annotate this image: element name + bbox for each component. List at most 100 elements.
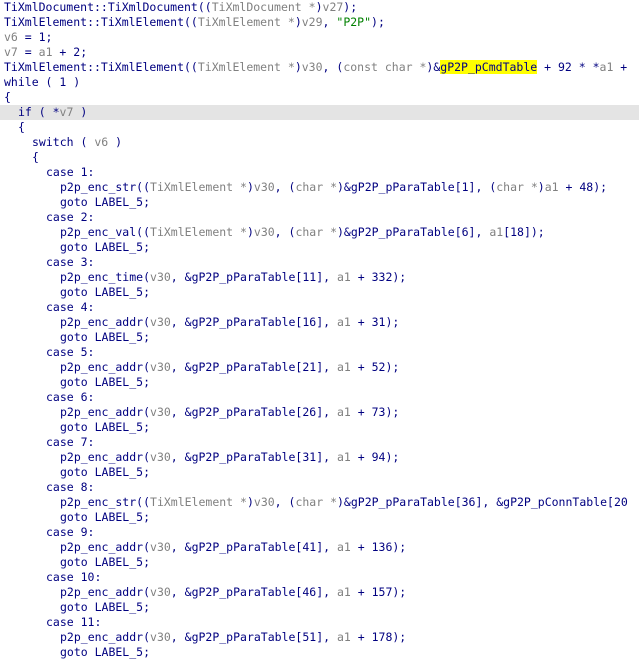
code-token[interactable]: + 178);	[351, 630, 406, 644]
code-token[interactable]: p2p_enc_addr(	[60, 405, 150, 419]
code-line[interactable]: goto LABEL_5;	[0, 600, 639, 615]
code-token[interactable]: )	[247, 180, 254, 194]
code-token[interactable]: , &gP2P_pParaTable[41],	[171, 540, 337, 554]
code-line[interactable]: goto LABEL_5;	[0, 510, 639, 525]
code-line[interactable]: case 8:	[0, 480, 639, 495]
code-line[interactable]: while ( 1 )	[0, 75, 639, 90]
code-token[interactable]: )&gP2P_pParaTable[1], (	[337, 180, 496, 194]
code-line[interactable]: case 7:	[0, 435, 639, 450]
code-token[interactable]: + 73);	[351, 405, 400, 419]
code-token[interactable]: )	[538, 180, 545, 194]
code-line[interactable]: goto LABEL_5;	[0, 645, 639, 660]
code-token[interactable]: case 8:	[46, 480, 94, 494]
code-token[interactable]: , &gP2P_pParaTable[11],	[171, 270, 337, 284]
code-line[interactable]: p2p_enc_addr(v30, &gP2P_pParaTable[46], …	[0, 585, 639, 600]
code-token[interactable]: p2p_enc_addr(	[60, 450, 150, 464]
code-token[interactable]: )	[73, 105, 87, 119]
code-token[interactable]: , &gP2P_pParaTable[51],	[171, 630, 337, 644]
code-token[interactable]: case 10:	[46, 570, 101, 584]
variable-token[interactable]: v30	[254, 495, 275, 509]
code-token[interactable]: )	[316, 0, 323, 14]
code-token[interactable]: +	[613, 60, 627, 74]
code-token[interactable]: case 11:	[46, 615, 101, 629]
code-token[interactable]: case 6:	[46, 390, 94, 404]
code-line[interactable]: case 10:	[0, 570, 639, 585]
code-token[interactable]: goto LABEL_5;	[60, 195, 150, 209]
variable-token[interactable]: a1	[489, 225, 503, 239]
code-token[interactable]: TiXmlElement::TiXmlElement((	[4, 60, 198, 74]
code-token[interactable]: );	[343, 0, 357, 14]
variable-token[interactable]: v6	[4, 30, 18, 44]
variable-token[interactable]: a1	[600, 60, 614, 74]
code-token[interactable]: , &gP2P_pParaTable[31],	[171, 450, 337, 464]
variable-token[interactable]: a1	[337, 360, 351, 374]
variable-token[interactable]: const char *	[343, 60, 426, 74]
code-token[interactable]: p2p_enc_addr(	[60, 315, 150, 329]
code-token[interactable]: goto LABEL_5;	[60, 420, 150, 434]
code-line[interactable]: goto LABEL_5;	[0, 240, 639, 255]
variable-token[interactable]: a1	[337, 315, 351, 329]
variable-token[interactable]: v6	[94, 135, 108, 149]
code-token[interactable]: p2p_enc_addr(	[60, 360, 150, 374]
code-line[interactable]: if ( *v7 )	[0, 105, 639, 120]
code-token[interactable]: , (	[275, 225, 296, 239]
code-token[interactable]: case 7:	[46, 435, 94, 449]
code-token[interactable]: + 31);	[351, 315, 400, 329]
code-token[interactable]: , (	[323, 60, 344, 74]
code-line[interactable]: goto LABEL_5;	[0, 285, 639, 300]
variable-token[interactable]: v30	[254, 225, 275, 239]
variable-token[interactable]: TiXmlElement *	[198, 15, 295, 29]
code-token[interactable]: case 1:	[46, 165, 94, 179]
variable-token[interactable]: char *	[295, 180, 337, 194]
code-token[interactable]: goto LABEL_5;	[60, 645, 150, 659]
code-token[interactable]: )	[108, 135, 122, 149]
variable-token[interactable]: char *	[295, 495, 337, 509]
variable-token[interactable]: v7	[60, 105, 74, 119]
code-token[interactable]: {	[32, 150, 39, 164]
code-line[interactable]: p2p_enc_addr(v30, &gP2P_pParaTable[41], …	[0, 540, 639, 555]
variable-token[interactable]: TiXmlElement *	[150, 495, 247, 509]
code-token[interactable]: + 2;	[53, 45, 87, 59]
code-token[interactable]: + 332);	[351, 270, 406, 284]
code-token[interactable]: goto LABEL_5;	[60, 330, 150, 344]
variable-token[interactable]: char *	[295, 225, 337, 239]
code-token[interactable]: + 136);	[351, 540, 406, 554]
code-line[interactable]: v7 = a1 + 2;	[0, 45, 639, 60]
variable-token[interactable]: a1	[39, 45, 53, 59]
variable-token[interactable]: v30	[150, 315, 171, 329]
code-line[interactable]: case 6:	[0, 390, 639, 405]
code-line[interactable]: goto LABEL_5;	[0, 330, 639, 345]
code-line[interactable]: case 5:	[0, 345, 639, 360]
pseudocode-view[interactable]: TiXmlDocument::TiXmlDocument((TiXmlDocum…	[0, 0, 639, 672]
code-token[interactable]: case 4:	[46, 300, 94, 314]
code-token[interactable]: + 157);	[351, 585, 406, 599]
code-token[interactable]: , (	[275, 495, 296, 509]
variable-token[interactable]: a1	[337, 585, 351, 599]
code-token[interactable]: switch (	[32, 135, 94, 149]
code-token[interactable]: , &gP2P_pParaTable[16],	[171, 315, 337, 329]
code-token[interactable]: goto LABEL_5;	[60, 555, 150, 569]
code-token[interactable]: )&	[426, 60, 440, 74]
code-line[interactable]: goto LABEL_5;	[0, 195, 639, 210]
code-token[interactable]: case 3:	[46, 255, 94, 269]
code-token[interactable]: p2p_enc_addr(	[60, 585, 150, 599]
code-token[interactable]: p2p_enc_val((	[60, 225, 150, 239]
variable-token[interactable]: v29	[302, 15, 323, 29]
code-token[interactable]: goto LABEL_5;	[60, 465, 150, 479]
variable-token[interactable]: v30	[150, 360, 171, 374]
code-token[interactable]: goto LABEL_5;	[60, 240, 150, 254]
code-line[interactable]: p2p_enc_str((TiXmlElement *)v30, (char *…	[0, 495, 639, 510]
code-token[interactable]: p2p_enc_addr(	[60, 540, 150, 554]
variable-token[interactable]: a1	[337, 450, 351, 464]
search-match-highlight[interactable]: gP2P_pCmdTable	[440, 60, 538, 74]
code-token[interactable]: )&gP2P_pParaTable[36], &gP2P_pConnTable[…	[337, 495, 628, 509]
code-token[interactable]: case 2:	[46, 210, 94, 224]
code-line[interactable]: p2p_enc_val((TiXmlElement *)v30, (char *…	[0, 225, 639, 240]
code-line[interactable]: case 11:	[0, 615, 639, 630]
code-token[interactable]: TiXmlElement::TiXmlElement((	[4, 15, 198, 29]
code-token[interactable]: , &gP2P_pParaTable[26],	[171, 405, 337, 419]
variable-token[interactable]: v30	[150, 630, 171, 644]
code-line[interactable]: case 4:	[0, 300, 639, 315]
code-token[interactable]: if ( *	[18, 105, 60, 119]
code-line[interactable]: case 3:	[0, 255, 639, 270]
